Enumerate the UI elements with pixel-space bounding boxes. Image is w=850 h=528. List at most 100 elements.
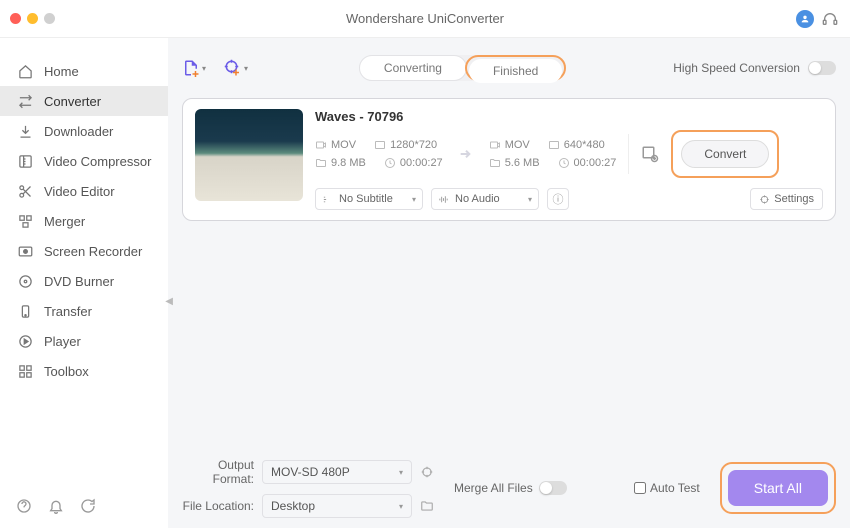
sidebar-item-label: Merger (44, 214, 85, 229)
folder-open-icon[interactable] (420, 499, 434, 513)
scissors-icon (18, 184, 34, 199)
file-location-select[interactable]: Desktop ▾ (262, 494, 412, 518)
chevron-down-icon: ▾ (412, 195, 416, 204)
sidebar-item-compressor[interactable]: Video Compressor (0, 146, 168, 176)
close-window[interactable] (10, 13, 21, 24)
converter-icon (18, 94, 34, 109)
sidebar-item-label: Transfer (44, 304, 92, 319)
sidebar-item-converter[interactable]: Converter (0, 86, 168, 116)
chevron-down-icon: ▾ (202, 64, 206, 73)
file-title: Waves - 70796 (315, 109, 823, 124)
toolbar: ▾ ▾ Converting Finished High Speed Conve… (182, 52, 836, 84)
start-highlight: Start All (720, 462, 836, 514)
bell-icon[interactable] (48, 498, 64, 514)
sidebar-item-label: Converter (44, 94, 101, 109)
divider (628, 134, 629, 174)
target-meta: MOV 640*480 5.6 MB 00:00:27 (489, 139, 617, 169)
sidebar-item-recorder[interactable]: Screen Recorder (0, 236, 168, 266)
recorder-icon (18, 244, 34, 259)
title-right (796, 10, 838, 28)
resolution-icon (374, 139, 386, 151)
container: Home Converter Downloader Video Compress… (0, 38, 850, 528)
clock-icon (384, 157, 396, 169)
main: ▾ ▾ Converting Finished High Speed Conve… (168, 38, 850, 528)
sidebar-item-editor[interactable]: Video Editor (0, 176, 168, 206)
minimize-window[interactable] (27, 13, 38, 24)
start-all-button[interactable]: Start All (728, 470, 828, 506)
video-thumbnail[interactable] (195, 109, 303, 201)
tab-finished[interactable]: Finished (469, 59, 562, 83)
convert-button[interactable]: Convert (681, 140, 769, 168)
settings-button[interactable]: Settings (750, 188, 823, 210)
high-speed-label: High Speed Conversion (673, 61, 800, 75)
output-format-label: Output Format: (182, 458, 254, 486)
app-title: Wondershare UniConverter (12, 11, 838, 26)
chevron-down-icon: ▾ (528, 195, 532, 204)
audio-icon (438, 194, 449, 205)
disc-icon (18, 274, 34, 289)
sidebar-item-label: Screen Recorder (44, 244, 142, 259)
user-avatar[interactable] (796, 10, 814, 28)
sidebar: Home Converter Downloader Video Compress… (0, 38, 168, 528)
edit-options-icon[interactable] (641, 145, 659, 163)
output-format-select[interactable]: MOV-SD 480P ▾ (262, 460, 412, 484)
add-file-icon (182, 57, 200, 79)
title-bar: Wondershare UniConverter (0, 0, 850, 38)
crosshair-icon (224, 58, 242, 78)
compressor-icon (18, 154, 34, 169)
card-info: Waves - 70796 MOV 1280*720 9.8 MB 00:00:… (315, 109, 823, 210)
tab-converting[interactable]: Converting (359, 55, 467, 81)
merger-icon (18, 214, 34, 229)
folder-icon (315, 157, 327, 169)
sidebar-item-home[interactable]: Home (0, 56, 168, 86)
help-icon[interactable] (16, 498, 32, 514)
options-row: No Subtitle ▾ No Audio ▾ ⓘ Settings (315, 188, 823, 210)
subtitle-select[interactable]: No Subtitle ▾ (315, 188, 423, 210)
high-speed-toggle[interactable] (808, 61, 836, 75)
file-location-label: File Location: (182, 499, 254, 513)
auto-test-row: Auto Test (634, 481, 700, 495)
crosshair-icon (759, 194, 770, 205)
sidebar-item-toolbox[interactable]: Toolbox (0, 356, 168, 386)
sidebar-item-label: DVD Burner (44, 274, 114, 289)
file-location-row: File Location: Desktop ▾ (182, 494, 434, 518)
grid-icon (18, 364, 34, 379)
sidebar-item-dvd[interactable]: DVD Burner (0, 266, 168, 296)
subtitle-icon (322, 194, 333, 205)
source-meta: MOV 1280*720 9.8 MB 00:00:27 (315, 139, 443, 169)
add-file-button[interactable]: ▾ (182, 56, 206, 80)
feedback-icon[interactable] (80, 498, 96, 514)
convert-highlight: Convert (671, 130, 779, 178)
video-icon (489, 139, 501, 151)
sidebar-item-label: Video Editor (44, 184, 115, 199)
audio-select[interactable]: No Audio ▾ (431, 188, 539, 210)
info-button[interactable]: ⓘ (547, 188, 569, 210)
chevron-down-icon: ▾ (244, 64, 248, 73)
play-icon (18, 334, 34, 349)
sidebar-item-label: Toolbox (44, 364, 89, 379)
support-icon[interactable] (822, 11, 838, 27)
video-icon (315, 139, 327, 151)
file-card[interactable]: Waves - 70796 MOV 1280*720 9.8 MB 00:00:… (182, 98, 836, 221)
sidebar-item-merger[interactable]: Merger (0, 206, 168, 236)
resolution-icon (548, 139, 560, 151)
chevron-down-icon: ▾ (399, 468, 403, 477)
user-icon (800, 14, 810, 24)
crosshair-icon[interactable] (420, 465, 434, 479)
auto-test-label: Auto Test (650, 481, 700, 495)
meta-row: MOV 1280*720 9.8 MB 00:00:27 MOV 640*480 (315, 130, 823, 178)
sidebar-item-transfer[interactable]: Transfer (0, 296, 168, 326)
add-url-button[interactable]: ▾ (224, 56, 248, 80)
clock-icon (558, 157, 570, 169)
merge-toggle[interactable] (539, 481, 567, 495)
output-format-row: Output Format: MOV-SD 480P ▾ (182, 458, 434, 486)
transfer-icon (18, 304, 34, 319)
traffic-lights (10, 13, 55, 24)
sidebar-item-label: Downloader (44, 124, 113, 139)
maximize-window[interactable] (44, 13, 55, 24)
sidebar-item-player[interactable]: Player (0, 326, 168, 356)
bottom-bar: Output Format: MOV-SD 480P ▾ File Locati… (182, 448, 836, 518)
auto-test-checkbox[interactable] (634, 482, 646, 494)
sidebar-bottom (16, 498, 96, 514)
sidebar-item-downloader[interactable]: Downloader (0, 116, 168, 146)
